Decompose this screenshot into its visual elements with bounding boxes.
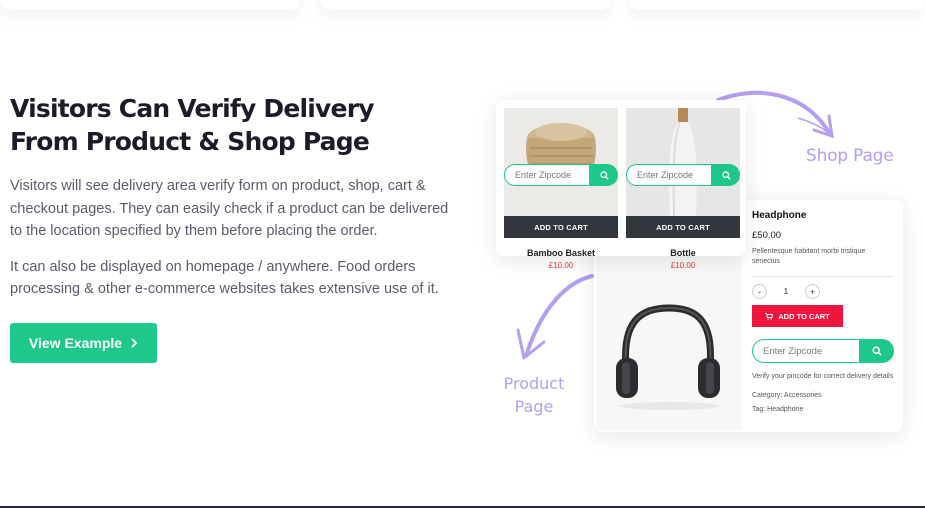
- search-icon: [721, 170, 731, 180]
- product-page-label-line1: Product: [503, 374, 565, 393]
- product-add-to-cart-label: ADD TO CART: [778, 311, 830, 321]
- product-meta: Category: Accessories Tag: Headphone: [752, 389, 894, 417]
- paragraph-2: It can also be displayed on homepage / a…: [10, 258, 439, 298]
- product-details: Headphone £50.00 Pellentesque habitant m…: [752, 210, 894, 417]
- shop-page-mockup: Enter Zipcode ADD TO CART Bamboo Basket …: [496, 100, 746, 270]
- view-example-button[interactable]: View Example: [10, 323, 157, 363]
- section-heading: Visitors Can Verify Delivery From Produc…: [10, 94, 375, 156]
- qty-plus-button[interactable]: +: [805, 284, 820, 299]
- verify-text: Verify your pincode for correct delivery…: [752, 373, 894, 380]
- product-page-label: Product Page: [500, 372, 568, 418]
- shop-item: Enter Zipcode ADD TO CART Bamboo Basket …: [504, 108, 618, 270]
- shop-zip-form: Enter Zipcode: [504, 164, 618, 186]
- shop-add-to-cart-button[interactable]: ADD TO CART: [504, 216, 618, 238]
- shop-item: Enter Zipcode ADD TO CART Bottle £10.00: [626, 108, 740, 270]
- top-card-3: [630, 0, 925, 10]
- product-add-to-cart-button[interactable]: ADD TO CART: [752, 305, 843, 327]
- shop-item-name[interactable]: Bottle: [626, 248, 740, 258]
- quantity-stepper: - 1 +: [752, 284, 894, 299]
- cart-icon: [765, 312, 774, 320]
- top-card-2: [320, 0, 610, 10]
- search-icon: [599, 170, 609, 180]
- feature-text: Visitors Can Verify Delivery From Produc…: [10, 92, 460, 301]
- bamboo-basket-image: Enter Zipcode: [504, 108, 618, 216]
- product-description: Pellentesque habitant morbi tristique se…: [752, 248, 866, 265]
- chevron-right-icon: [131, 338, 138, 348]
- product-zip-form: Enter Zipcode: [752, 339, 894, 363]
- shop-zip-form: Enter Zipcode: [626, 164, 740, 186]
- shop-zip-input[interactable]: Enter Zipcode: [626, 164, 712, 186]
- qty-value[interactable]: 1: [767, 287, 805, 296]
- product-price: £50.00: [752, 230, 782, 241]
- paragraph-1: Visitors will see delivery area verify f…: [10, 178, 449, 239]
- bottle-image: Enter Zipcode: [626, 108, 740, 216]
- product-tag: Tag: Headphone: [752, 406, 804, 413]
- shop-page-label: Shop Page: [806, 146, 894, 166]
- product-category: Category: Accessories: [752, 392, 822, 399]
- headphone-image: [596, 256, 742, 430]
- shop-item-price: £10.00: [670, 261, 696, 270]
- shop-item-price: £10.00: [548, 261, 574, 270]
- product-arrow-icon: [516, 274, 594, 360]
- product-title: Headphone: [752, 210, 807, 221]
- qty-minus-button[interactable]: -: [752, 284, 767, 299]
- top-card-1: [0, 0, 300, 10]
- shop-item-name[interactable]: Bamboo Basket: [504, 248, 618, 258]
- search-icon: [872, 346, 882, 356]
- shop-zip-search-button[interactable]: [712, 164, 740, 186]
- shop-add-to-cart-button[interactable]: ADD TO CART: [626, 216, 740, 238]
- shop-zip-input[interactable]: Enter Zipcode: [504, 164, 590, 186]
- product-zip-search-button[interactable]: [860, 339, 894, 363]
- view-example-label: View Example: [28, 335, 123, 351]
- product-page-label-line2: Page: [514, 397, 554, 416]
- product-zip-input[interactable]: Enter Zipcode: [752, 339, 860, 363]
- divider: [752, 276, 894, 277]
- shop-zip-search-button[interactable]: [590, 164, 618, 186]
